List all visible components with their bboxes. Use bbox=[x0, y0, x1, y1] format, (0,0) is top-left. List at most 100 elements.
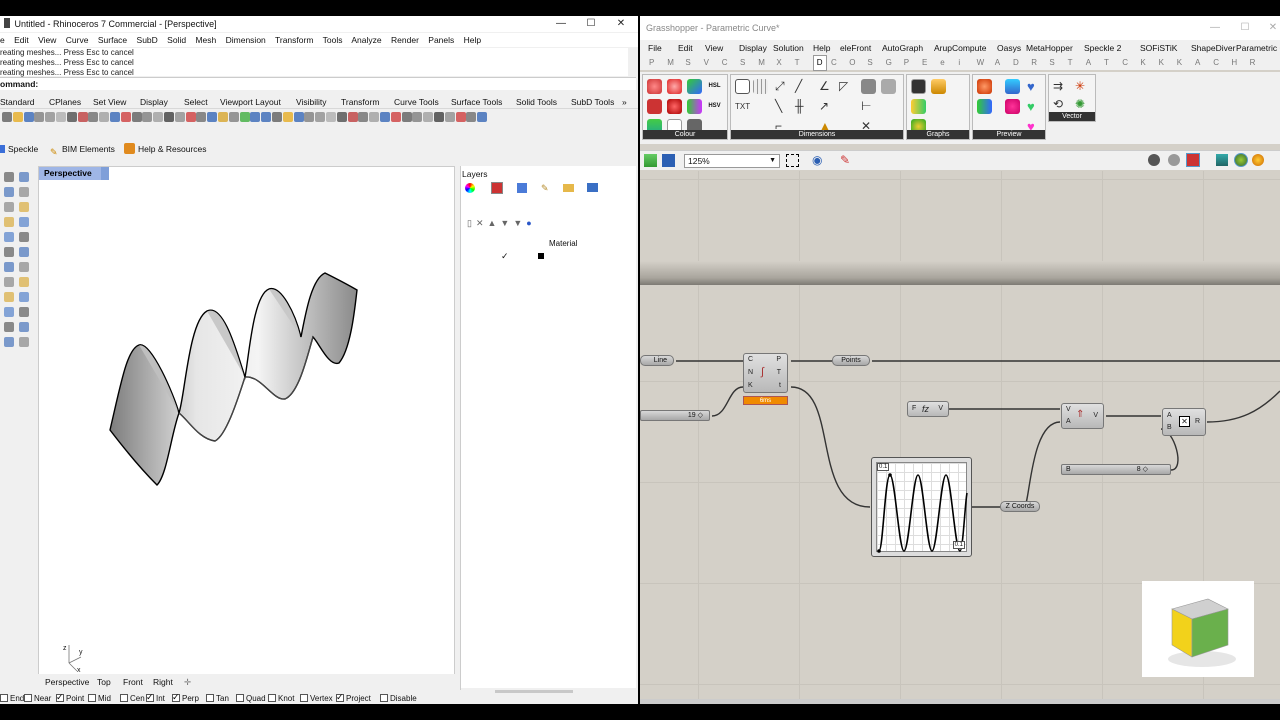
pencil-icon[interactable]: ✎ bbox=[541, 183, 549, 194]
properties-icon[interactable] bbox=[517, 183, 527, 193]
osnap-checkbox[interactable] bbox=[88, 694, 96, 702]
tab-visibility[interactable]: Visibility bbox=[296, 95, 327, 109]
gh-tab[interactable]: W bbox=[977, 56, 985, 70]
gh-tab[interactable]: R bbox=[1250, 56, 1256, 70]
gh-tab[interactable]: M bbox=[667, 56, 674, 70]
colour-split-icon[interactable] bbox=[687, 99, 702, 114]
toolbar-tool-icon[interactable] bbox=[99, 112, 110, 122]
toolbar-tool-icon[interactable] bbox=[66, 112, 77, 122]
toolbar-tool-icon[interactable] bbox=[12, 112, 23, 122]
gh-tab[interactable]: K bbox=[1140, 56, 1145, 70]
panel-vector-title[interactable]: Vector bbox=[1049, 112, 1095, 121]
osnap-cen[interactable]: Cen bbox=[120, 693, 145, 704]
linear-dim-icon[interactable]: ⤢ bbox=[775, 79, 790, 94]
vector-field-icon[interactable]: ✺ bbox=[1075, 97, 1090, 112]
dot-display-icon[interactable] bbox=[1005, 99, 1020, 114]
zcoords-param[interactable]: Z Coords bbox=[1000, 501, 1040, 512]
gh-tab[interactable]: S bbox=[1049, 56, 1054, 70]
color-wheel-icon[interactable] bbox=[465, 183, 475, 193]
toolbar-tool-icon[interactable] bbox=[315, 112, 326, 122]
side-tool-icon[interactable] bbox=[4, 322, 14, 332]
grid-icon[interactable] bbox=[753, 79, 768, 94]
toolbar-tool-icon[interactable] bbox=[185, 112, 196, 122]
menu-panels[interactable]: Panels bbox=[428, 35, 454, 45]
side-tool-icon[interactable] bbox=[19, 202, 29, 212]
toolbar-tool-icon[interactable] bbox=[358, 112, 369, 122]
tab-display[interactable]: Display bbox=[140, 95, 168, 109]
osnap-checkbox[interactable] bbox=[336, 691, 344, 703]
gh-tab[interactable]: e bbox=[940, 56, 944, 70]
preview-wire-icon[interactable] bbox=[1168, 154, 1180, 166]
gh-menu-item[interactable]: Speckle 2 bbox=[1084, 40, 1121, 56]
toolbar-tool-icon[interactable] bbox=[477, 112, 488, 122]
line-param[interactable]: Line bbox=[640, 355, 674, 366]
side-tool-icon[interactable] bbox=[4, 262, 14, 272]
bar-graph-icon[interactable] bbox=[911, 99, 926, 114]
gh-menu-item[interactable]: Parametric Cur bbox=[1236, 40, 1280, 56]
toolbar-tool-icon[interactable] bbox=[380, 112, 390, 122]
menu-file[interactable]: e bbox=[0, 35, 5, 45]
layer-color-swatch[interactable] bbox=[538, 253, 544, 259]
heart-green-icon[interactable]: ♥ bbox=[1027, 99, 1042, 114]
wave-surface[interactable] bbox=[39, 167, 456, 677]
render-icon[interactable] bbox=[1252, 154, 1264, 166]
gh-tab[interactable]: G bbox=[886, 56, 892, 70]
maximize-button[interactable]: ☐ bbox=[576, 16, 606, 32]
osnap-checkbox[interactable] bbox=[268, 694, 276, 702]
osnap-end[interactable]: End bbox=[0, 693, 24, 704]
move-down-icon[interactable]: ▼ bbox=[500, 218, 513, 228]
side-tool-icon[interactable] bbox=[19, 247, 29, 257]
colour-lab-icon[interactable] bbox=[667, 99, 682, 114]
menu-analyze[interactable]: Analyze bbox=[351, 35, 381, 45]
osnap-checkbox[interactable] bbox=[120, 694, 128, 702]
text-tag-icon[interactable] bbox=[735, 79, 750, 94]
close-button[interactable]: ✕ bbox=[606, 16, 636, 32]
help-icon[interactable]: ● bbox=[526, 218, 535, 228]
preview-shaded-icon[interactable] bbox=[1148, 154, 1160, 166]
gh-tab[interactable]: A bbox=[1195, 56, 1200, 70]
points-param[interactable]: Points bbox=[832, 355, 870, 366]
gh-tab[interactable]: V bbox=[704, 56, 709, 70]
gh-tab[interactable]: C bbox=[722, 56, 728, 70]
toolbar-tool-icon[interactable] bbox=[45, 112, 56, 122]
menu-help[interactable]: Help bbox=[464, 35, 481, 45]
toolbar-tool-icon[interactable] bbox=[466, 112, 477, 122]
gh-tab[interactable]: D bbox=[1013, 56, 1019, 70]
gh-menu-item[interactable]: ShapeDiver bbox=[1191, 40, 1235, 56]
colour-gradient-icon[interactable] bbox=[687, 79, 702, 94]
side-tool-icon[interactable] bbox=[4, 202, 14, 212]
side-tool-icon[interactable] bbox=[19, 262, 29, 272]
toolbar-tool-icon[interactable] bbox=[412, 112, 423, 122]
gh-menu-item[interactable]: SOFiSTiK bbox=[1140, 40, 1177, 56]
graph-mapper[interactable]: 0.1 0.1 bbox=[871, 457, 972, 557]
arc-dim-icon[interactable]: ◸ bbox=[839, 79, 854, 94]
heart-blue-icon[interactable]: ♥ bbox=[1027, 79, 1042, 94]
osnap-checkbox[interactable] bbox=[206, 694, 214, 702]
radial-dim-icon[interactable]: ╲ bbox=[775, 99, 790, 114]
tabs-overflow-icon[interactable]: » bbox=[622, 95, 627, 109]
menu-subd[interactable]: SubD bbox=[137, 35, 158, 45]
menu-curve[interactable]: Curve bbox=[66, 35, 89, 45]
toolbar-tool-icon[interactable] bbox=[304, 112, 315, 122]
preview-selected-icon[interactable] bbox=[1186, 153, 1200, 167]
save-file-icon[interactable] bbox=[662, 154, 675, 167]
gh-tab[interactable]: T bbox=[1104, 56, 1109, 70]
toolbar-tool-icon[interactable] bbox=[369, 112, 380, 122]
factor-slider[interactable]: B 8 ◇ bbox=[1061, 464, 1171, 475]
gh-tab[interactable]: i bbox=[958, 56, 960, 70]
panel-graphs-title[interactable]: Graphs bbox=[907, 130, 969, 139]
toolbar-tool-icon[interactable] bbox=[347, 112, 358, 122]
toolbar-tool-icon[interactable] bbox=[2, 112, 12, 122]
toolbar-tool-icon[interactable] bbox=[120, 112, 131, 122]
osnap-point[interactable]: Point bbox=[56, 691, 84, 704]
tab-cplanes[interactable]: CPlanes bbox=[49, 95, 81, 109]
osnap-checkbox[interactable] bbox=[236, 694, 244, 702]
menu-mesh[interactable]: Mesh bbox=[195, 35, 216, 45]
command-prompt[interactable]: ommand: bbox=[0, 77, 636, 90]
side-tool-icon[interactable] bbox=[19, 277, 29, 287]
gh-tab[interactable]: C bbox=[1122, 56, 1128, 70]
gh-tab[interactable]: O bbox=[849, 56, 855, 70]
gh-menu-item[interactable]: MetaHopper bbox=[1026, 40, 1073, 56]
line-dim-icon[interactable] bbox=[861, 79, 876, 94]
side-tool-icon[interactable] bbox=[19, 217, 29, 227]
